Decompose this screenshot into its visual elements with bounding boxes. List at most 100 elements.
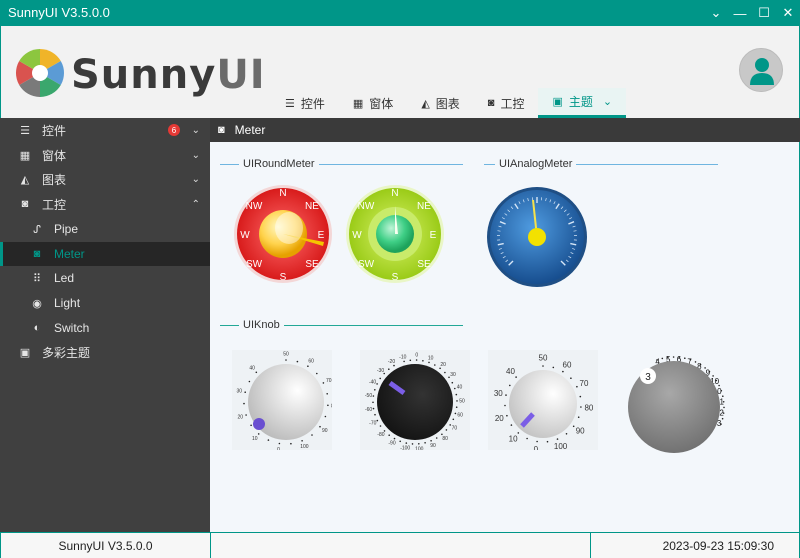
knob-tick-mark bbox=[324, 415, 327, 418]
chevron-down-icon: ⌄ bbox=[191, 124, 200, 136]
knob-tick-mark bbox=[722, 412, 725, 414]
sidebar-item-industrial[interactable]: ◙ 工控 ⌃ bbox=[0, 192, 210, 216]
knob-tick-mark bbox=[504, 404, 506, 407]
knob-light-1[interactable]: 50 60 70 80 90 100 0 10 20 30 40 bbox=[232, 350, 332, 450]
knob-tick-mark bbox=[715, 379, 718, 382]
sidebar-item-led[interactable]: ⠿ Led bbox=[0, 266, 210, 290]
knob-tick-label: 0 bbox=[534, 445, 539, 450]
knob-tick-label: 100 bbox=[300, 444, 309, 450]
count-badge: 6 bbox=[168, 124, 180, 136]
sidebar-item-meter[interactable]: ◙ Meter bbox=[0, 242, 210, 266]
knob-tick-mark bbox=[393, 437, 396, 440]
knob-tick-mark bbox=[576, 385, 578, 388]
knob-tick-mark bbox=[393, 364, 395, 367]
toggle-icon: ◐ bbox=[33, 322, 41, 334]
tab-label: 图表 bbox=[435, 96, 460, 111]
area-chart-icon: ◭ bbox=[421, 97, 430, 110]
knob-tick-label: 20 bbox=[440, 362, 446, 368]
sidebar-item-pipe[interactable]: ᔑ Pipe bbox=[0, 217, 210, 241]
windows-icon: ▦ bbox=[352, 97, 364, 110]
tab-industrial[interactable]: ◙ 工控 bbox=[474, 88, 539, 118]
tab-forms[interactable]: ▦ 窗体 bbox=[339, 88, 407, 118]
sidebar-item-label: Light bbox=[54, 296, 81, 310]
knob-tick-mark bbox=[505, 394, 507, 396]
sidebar-item-controls[interactable]: ☰ 控件 6 ⌄ bbox=[0, 118, 210, 142]
knob-tick-label: -30 bbox=[377, 368, 384, 374]
knob-tick-mark bbox=[267, 439, 270, 441]
sunnyui-logo-icon bbox=[15, 48, 65, 97]
maximize-button[interactable]: ☐ bbox=[752, 0, 776, 26]
compass-label: SE bbox=[305, 259, 319, 270]
compass-label: NW bbox=[246, 201, 263, 212]
windows-icon: ▦ bbox=[19, 149, 31, 162]
knob-tick-label: -40 bbox=[369, 379, 376, 385]
tab-controls[interactable]: ☰ 控件 bbox=[271, 88, 339, 118]
knob-tick-mark bbox=[456, 400, 458, 402]
knob-tick-label: 10 bbox=[252, 436, 258, 442]
knob-tick-mark bbox=[319, 425, 321, 428]
chevron-down-icon: ⌄ bbox=[191, 173, 200, 185]
knob-tick-mark bbox=[415, 359, 418, 361]
knob-tick-label: 70 bbox=[326, 378, 332, 384]
led-grid-icon: ⠿ bbox=[32, 272, 42, 285]
knob-tick-label: -10 bbox=[399, 354, 406, 360]
collapse-button[interactable]: ⌄ bbox=[704, 0, 728, 26]
knob-tick-mark bbox=[577, 416, 580, 418]
knob-tick-mark bbox=[517, 432, 520, 434]
knob-tick-mark bbox=[372, 407, 375, 410]
knob-tick-mark bbox=[454, 387, 456, 390]
sidebar-item-forms[interactable]: ▦ 窗体 ⌄ bbox=[0, 143, 210, 167]
dashboard-gauge-icon: ◙ bbox=[487, 97, 495, 109]
knob-tick-mark bbox=[250, 424, 252, 427]
knob-light-2[interactable]: 50 60 70 80 90 100 0 10 20 30 40 bbox=[488, 350, 598, 450]
light-icon: ◉ bbox=[32, 297, 42, 310]
compass-label: N bbox=[391, 188, 398, 199]
compass-label: SE bbox=[417, 259, 431, 270]
sidebar-item-label: Led bbox=[54, 271, 75, 285]
title-bar: SunnyUI V3.5.0.0 ⌄ — ☐ ✕ bbox=[0, 0, 800, 26]
round-meter-red[interactable]: N NE E SE S SW W NW bbox=[233, 184, 333, 284]
compass-label: SW bbox=[246, 259, 263, 270]
knob-tick-mark bbox=[570, 377, 572, 379]
avatar[interactable] bbox=[739, 48, 783, 92]
knob-tick-label: 10 bbox=[509, 435, 518, 444]
sidebar-item-light[interactable]: ◉ Light bbox=[0, 291, 210, 315]
minimize-button[interactable]: — bbox=[728, 0, 752, 26]
sidebar-item-label: Switch bbox=[54, 321, 90, 335]
knob-gray[interactable]: 4 5 6 789100123 3 bbox=[618, 350, 728, 454]
tab-label: 窗体 bbox=[369, 96, 394, 111]
compass-label: NE bbox=[305, 201, 319, 212]
knob-tick-mark bbox=[244, 391, 246, 393]
knob-tick-mark bbox=[399, 440, 401, 443]
content-area: UIRoundMeter UIAnalogMeter UIKnob N NE E… bbox=[210, 142, 800, 532]
sidebar-item-label: 图表 bbox=[42, 172, 67, 187]
sidebar-item-switch[interactable]: ◐ Switch bbox=[0, 316, 210, 340]
sidebar-item-color-themes[interactable]: ▣ 多彩主题 bbox=[0, 340, 210, 364]
knob-tick-label: 50 bbox=[459, 398, 465, 404]
close-button[interactable]: ✕ bbox=[776, 0, 800, 26]
sidebar-item-charts[interactable]: ◭ 图表 ⌄ bbox=[0, 167, 210, 191]
knob-tick-label: 20 bbox=[495, 414, 504, 423]
round-meter-green[interactable]: N NE E SE S SW W NW bbox=[345, 184, 445, 284]
analog-meter[interactable] bbox=[486, 186, 588, 288]
knob-tick-mark bbox=[290, 442, 292, 445]
knob-tick-label: 80 bbox=[584, 403, 593, 412]
knob-dark[interactable]: -10 0 102030405060708090100-100-90-80-70-6… bbox=[360, 350, 470, 450]
sidebar-item-label: 控件 bbox=[42, 123, 67, 138]
status-bar: SunnyUI V3.5.0.0 2023-09-23 15:09:30 bbox=[0, 532, 800, 558]
knob-tick-mark bbox=[656, 359, 658, 361]
tab-charts[interactable]: ◭ 图表 bbox=[407, 88, 473, 118]
tab-label: 主题 bbox=[568, 95, 593, 109]
knob-tick-mark bbox=[255, 371, 258, 374]
logo-text-ui: UI bbox=[216, 52, 266, 98]
knob-tick-mark bbox=[445, 429, 448, 431]
knob-tick-mark bbox=[722, 395, 724, 397]
knob-tick-mark bbox=[684, 357, 686, 359]
grid-list-icon: ☰ bbox=[285, 97, 295, 110]
knob-tick-label: 80 bbox=[331, 403, 332, 409]
knob-tick-label: 30 bbox=[494, 389, 503, 398]
compass-label: SW bbox=[358, 259, 375, 270]
knob-tick-label: 90 bbox=[576, 427, 585, 436]
knob-tick-mark bbox=[285, 359, 287, 361]
tab-themes[interactable]: ▣ 主题 ⌄ bbox=[538, 88, 627, 118]
